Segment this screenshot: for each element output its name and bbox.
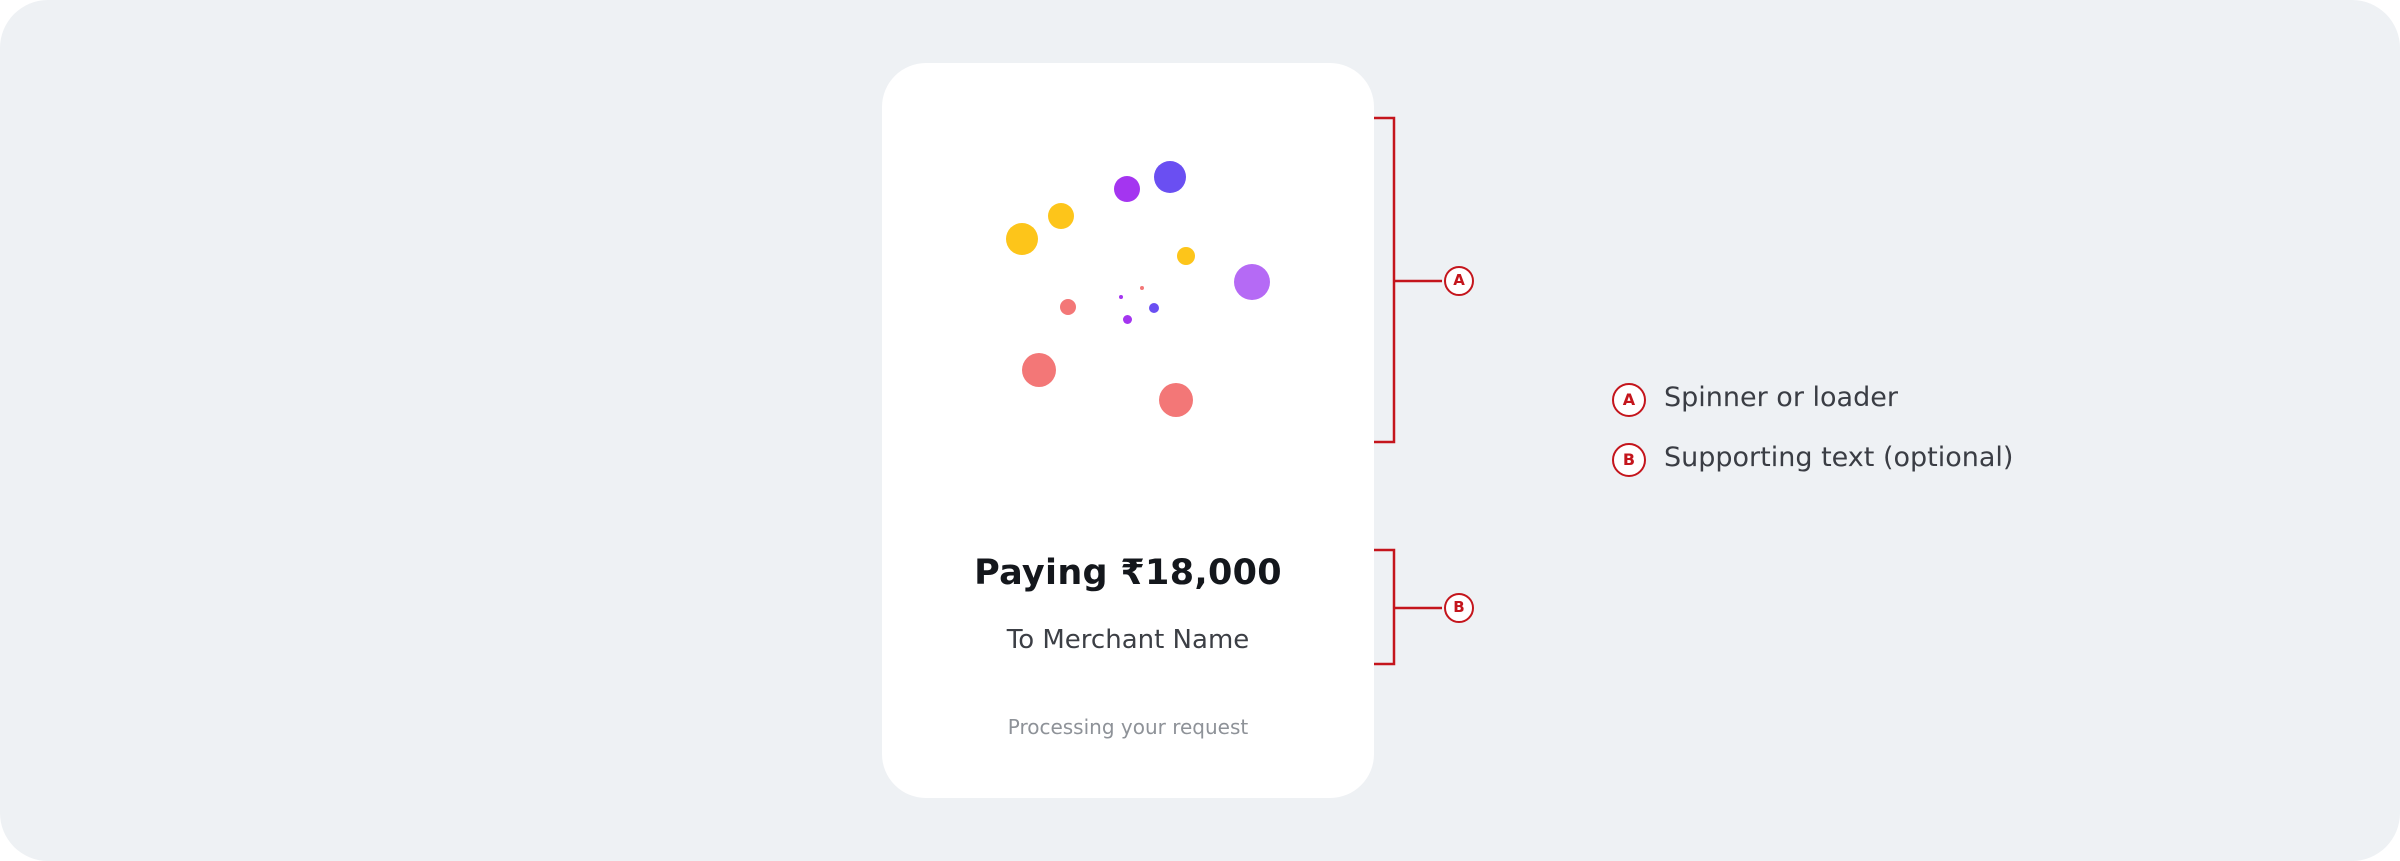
processing-status-text: Processing your request bbox=[1007, 715, 1249, 739]
spinner-dot bbox=[1154, 161, 1186, 193]
spinner-dot bbox=[1159, 383, 1193, 417]
annotation-marker-a: A bbox=[1444, 266, 1474, 296]
merchant-name-text: To Merchant Name bbox=[1006, 625, 1250, 655]
spinner-dot bbox=[1060, 299, 1076, 315]
payment-processing-card: Paying ₹18,000 To Merchant Name Processi… bbox=[882, 63, 1374, 798]
spinner-dot bbox=[1022, 353, 1056, 387]
payment-amount-title: Paying ₹18,000 bbox=[974, 553, 1282, 593]
spinner-dot bbox=[1114, 176, 1140, 202]
annotation-brackets bbox=[1374, 116, 1442, 666]
spinner-dot bbox=[1140, 286, 1144, 290]
bracket-a bbox=[1374, 116, 1396, 444]
legend-label-b: Supporting text (optional) bbox=[1664, 442, 2014, 473]
spinner-loader bbox=[882, 63, 1374, 443]
bracket-b bbox=[1374, 548, 1396, 666]
spinner-dot bbox=[1006, 223, 1038, 255]
spinner-dot bbox=[1149, 303, 1159, 313]
spinner-dot bbox=[1048, 203, 1074, 229]
canvas-background: Paying ₹18,000 To Merchant Name Processi… bbox=[0, 0, 2400, 861]
legend-marker-b: B bbox=[1612, 443, 1646, 477]
spinner-dot bbox=[1119, 295, 1123, 299]
spinner-dot bbox=[1234, 264, 1270, 300]
legend-marker-a: A bbox=[1612, 383, 1646, 417]
annotation-marker-b: B bbox=[1444, 593, 1474, 623]
spinner-dot bbox=[1122, 314, 1132, 324]
spinner-dot bbox=[1177, 247, 1195, 265]
legend-label-a: Spinner or loader bbox=[1664, 382, 1898, 413]
